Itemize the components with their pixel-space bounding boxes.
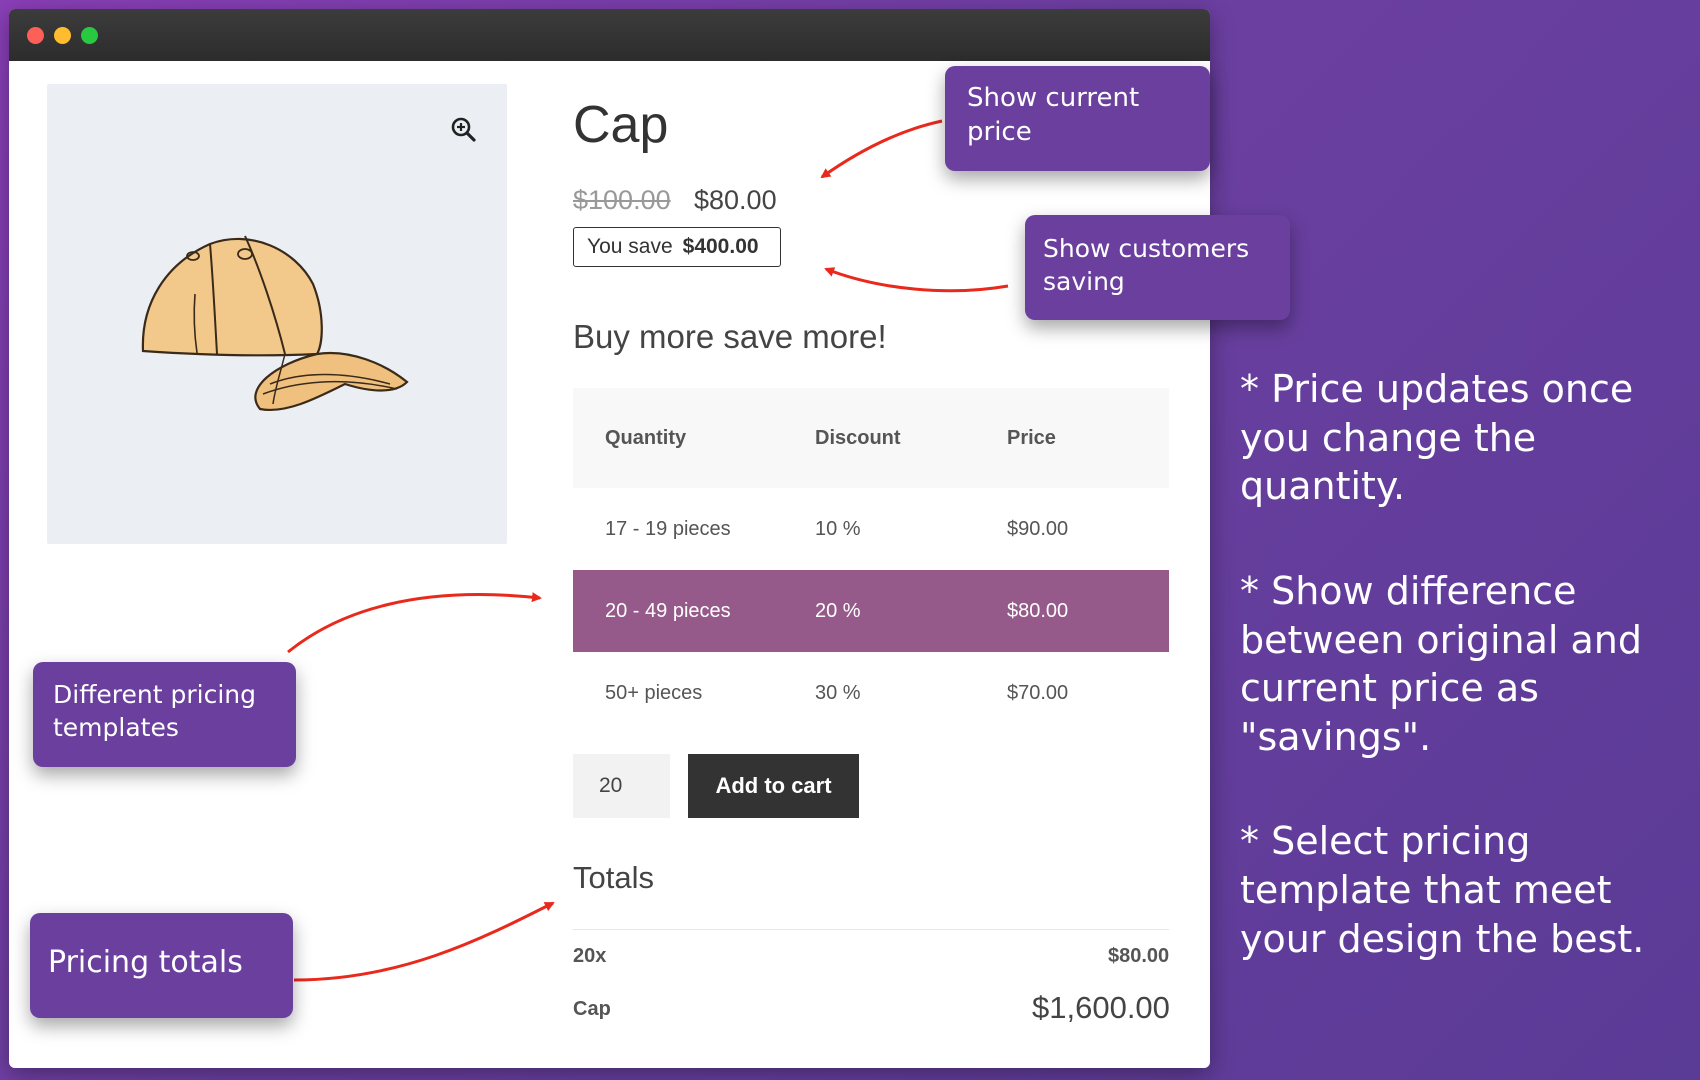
feature-note: * Select pricing template that meet your… — [1240, 819, 1645, 961]
callout-current-price: Show current price — [945, 66, 1210, 171]
feature-notes: * Price updates once you change the quan… — [1240, 365, 1680, 1019]
totals-unit-price: $80.00 — [1108, 945, 1170, 967]
callout-customers-saving: Show customers saving — [1025, 215, 1290, 320]
row-price: $80.00 — [1007, 599, 1069, 622]
window-titlebar — [9, 9, 1210, 61]
row-discount: 30 % — [815, 681, 861, 704]
savings-label: You save — [587, 235, 673, 258]
product-title: Cap — [573, 96, 669, 154]
column-price: Price — [1007, 426, 1056, 449]
bulk-pricing-heading: Buy more save more! — [573, 318, 887, 355]
pricing-row[interactable]: 50+ pieces 30 % $70.00 — [573, 652, 1169, 734]
savings-amount: $400.00 — [682, 235, 759, 258]
totals-divider — [573, 929, 1169, 930]
pricing-table-header: Quantity Discount Price — [573, 388, 1169, 488]
callout-pricing-templates: Different pricing templates — [33, 662, 296, 767]
original-price: $100.00 — [573, 185, 671, 215]
totals-heading: Totals — [573, 860, 654, 895]
totals-quantity: 20x — [573, 945, 607, 967]
column-discount: Discount — [815, 426, 901, 449]
close-window-button[interactable] — [27, 27, 44, 44]
zoom-in-icon[interactable] — [450, 116, 476, 142]
quantity-input[interactable] — [573, 754, 670, 818]
totals-product-name: Cap — [573, 998, 611, 1020]
product-gallery[interactable] — [47, 84, 507, 544]
row-quantity: 20 - 49 pieces — [605, 599, 731, 622]
totals-amount: $1,600.00 — [1032, 990, 1170, 1025]
pricing-row-active[interactable]: 20 - 49 pieces 20 % $80.00 — [573, 570, 1169, 652]
pricing-row[interactable]: 17 - 19 pieces 10 % $90.00 — [573, 488, 1169, 570]
maximize-window-button[interactable] — [81, 27, 98, 44]
feature-note: * Show difference between original and c… — [1240, 568, 1643, 759]
row-discount: 20 % — [815, 599, 861, 622]
savings-badge: You save $400.00 — [573, 227, 781, 267]
row-price: $90.00 — [1007, 517, 1069, 540]
column-quantity: Quantity — [605, 426, 687, 449]
pricing-table: Quantity Discount Price 17 - 19 pieces 1… — [573, 388, 1169, 734]
cap-image — [141, 235, 409, 412]
minimize-window-button[interactable] — [54, 27, 71, 44]
feature-note: * Price updates once you change the quan… — [1240, 367, 1634, 509]
row-price: $70.00 — [1007, 681, 1069, 704]
row-quantity: 50+ pieces — [605, 681, 703, 704]
current-price: $80.00 — [694, 185, 777, 215]
row-discount: 10 % — [815, 517, 861, 540]
callout-pricing-totals: Pricing totals — [30, 913, 293, 1018]
row-quantity: 17 - 19 pieces — [605, 517, 731, 540]
add-to-cart-button[interactable]: Add to cart — [688, 754, 859, 818]
